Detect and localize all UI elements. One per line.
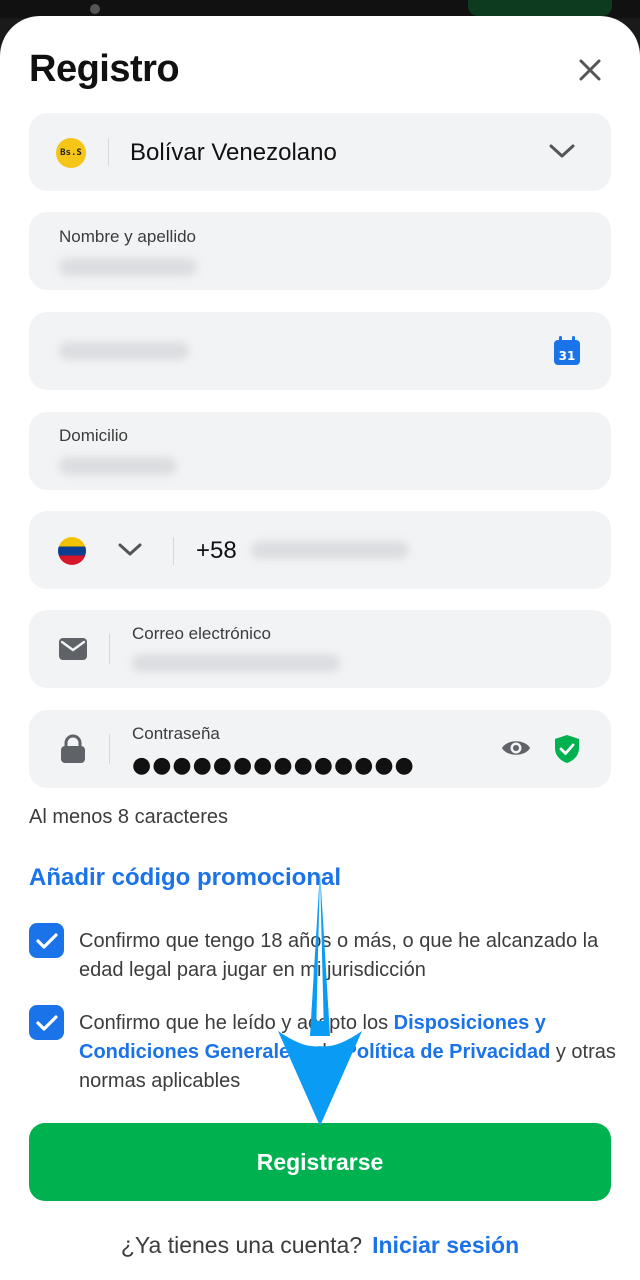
email-label: Correo electrónico <box>132 624 271 643</box>
divider <box>173 537 174 565</box>
country-chevron-down-icon[interactable] <box>116 541 144 559</box>
phone-field[interactable]: +58 <box>29 511 611 589</box>
lock-icon <box>61 734 85 763</box>
login-prompt-row: ¿Ya tienes una cuenta? Iniciar sesión <box>0 1232 640 1259</box>
password-value: ●●●●●●●●●●●●●● <box>132 753 415 778</box>
currency-select[interactable]: Bs.S Bolívar Venezolano <box>29 113 611 191</box>
divider <box>108 138 109 166</box>
currency-icon: Bs.S <box>56 138 86 168</box>
phone-number-redacted <box>251 541 409 559</box>
currency-value: Bolívar Venezolano <box>130 139 337 166</box>
password-field[interactable]: Contraseña ●●●●●●●●●●●●●● <box>29 710 611 788</box>
close-button[interactable] <box>570 50 610 90</box>
login-link[interactable]: Iniciar sesión <box>372 1232 519 1258</box>
age-consent-text: Confirmo que tengo 18 años o más, o que … <box>79 930 599 981</box>
divider <box>109 734 110 764</box>
registration-sheet: Registro Bs.S Bolívar Venezolano Nombre … <box>0 16 640 1280</box>
close-icon <box>579 59 601 81</box>
birth-date-field[interactable]: 31 <box>29 312 611 390</box>
password-label: Contraseña <box>132 724 220 743</box>
shield-check-icon <box>555 735 579 763</box>
checkmark-icon <box>35 1014 58 1031</box>
email-field[interactable]: Correo electrónico <box>29 610 611 688</box>
checkmark-icon <box>35 932 58 949</box>
login-prompt: ¿Ya tienes una cuenta? <box>120 1232 363 1258</box>
terms-consent-text: Confirmo que he leído y acepto los Dispo… <box>79 1009 619 1096</box>
age-consent-checkbox[interactable] <box>29 923 64 958</box>
privacy-policy-link[interactable]: Política de Privacidad <box>344 1041 551 1063</box>
calendar-day: 31 <box>559 349 576 363</box>
divider <box>109 634 110 664</box>
birth-date-value-redacted <box>59 342 189 360</box>
camera-dot <box>90 4 100 14</box>
background-pill <box>468 0 612 16</box>
envelope-icon <box>59 638 87 660</box>
eye-icon[interactable] <box>501 737 531 759</box>
chevron-down-icon <box>549 144 575 158</box>
address-label: Domicilio <box>59 426 128 445</box>
full-name-value-redacted <box>59 258 197 276</box>
full-name-field[interactable]: Nombre y apellido <box>29 212 611 290</box>
email-value-redacted <box>132 654 340 672</box>
address-field[interactable]: Domicilio <box>29 412 611 490</box>
full-name-label: Nombre y apellido <box>59 227 197 246</box>
venezuela-flag-icon[interactable] <box>58 537 86 565</box>
page-title: Registro <box>29 48 180 90</box>
calendar-icon[interactable]: 31 <box>553 336 581 366</box>
terms-middle: y la <box>301 1041 344 1063</box>
address-value-redacted <box>59 457 177 475</box>
add-promo-code-link[interactable]: Añadir código promocional <box>29 864 341 892</box>
terms-prefix: Confirmo que he leído y acepto los <box>79 1012 394 1034</box>
password-hint: Al menos 8 caracteres <box>29 806 228 828</box>
terms-consent-checkbox[interactable] <box>29 1005 64 1040</box>
register-button[interactable]: Registrarse <box>29 1123 611 1201</box>
phone-country-code: +58 <box>196 537 237 564</box>
